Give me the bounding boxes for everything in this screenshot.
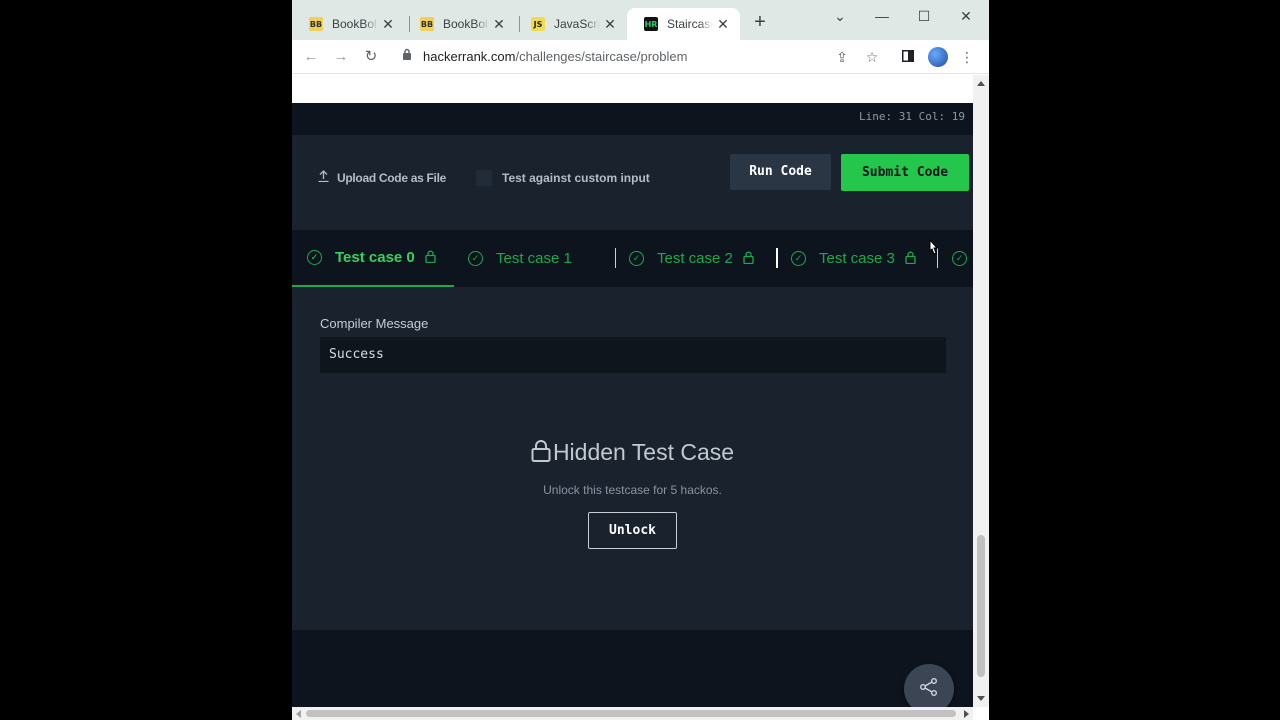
upload-icon (318, 170, 329, 185)
run-code-button[interactable]: Run Code (730, 154, 831, 190)
bookbolt-favicon-icon: BB (309, 17, 323, 31)
share-page-icon[interactable]: ⇪ (831, 46, 853, 68)
upload-code-label: Upload Code as File (337, 170, 446, 185)
browser-tab-bookbolt-2[interactable]: BB BookBolt ✕ (403, 8, 516, 40)
profile-avatar[interactable] (928, 47, 948, 67)
url-text: hackerrank.com/challenges/staircase/prob… (423, 44, 687, 70)
check-circle-icon: ✓ (791, 251, 806, 266)
horizontal-scrollbar[interactable] (292, 707, 973, 720)
custom-input-checkbox[interactable] (476, 170, 492, 186)
custom-input-toggle[interactable]: Test against custom input (476, 170, 650, 186)
browser-tab-staircase[interactable]: HR Staircase ✕ (627, 8, 740, 40)
maximize-icon[interactable]: ☐ (913, 6, 935, 26)
address-bar[interactable]: hackerrank.com/challenges/staircase/prob… (394, 44, 864, 70)
lock-icon (905, 251, 916, 267)
check-circle-icon: ✓ (468, 251, 483, 266)
check-circle-icon: ✓ (952, 251, 967, 266)
scroll-right-arrow-icon[interactable] (964, 710, 969, 718)
upload-code-button[interactable]: Upload Code as File (318, 170, 446, 185)
editor-area: Line: 31 Col: 19 Upload Code as File Tes… (292, 103, 973, 714)
unlock-description: Unlock this testcase for 5 hackos. (543, 483, 722, 497)
close-tab-icon[interactable]: ✕ (379, 15, 397, 33)
tab-title: JavaScript (554, 17, 600, 31)
tab-strip: BB BookBolt ✕ BB BookBolt ✕ JS JavaScrip… (292, 0, 989, 40)
compiler-message-output: Success (320, 337, 946, 373)
tab-test-case-1[interactable]: ✓ Test case 1 (468, 230, 572, 287)
test-case-label: Test case 2 (657, 250, 733, 267)
hackerrank-favicon-icon: HR (644, 17, 658, 31)
tab-test-case-3[interactable]: ✓ Test case 3 (791, 230, 916, 287)
browser-tab-javascript[interactable]: JS JavaScript ✕ (514, 8, 627, 40)
test-result-panel: Compiler Message Success Hidden Test Cas… (292, 287, 973, 630)
side-panel-icon[interactable] (897, 46, 919, 68)
javascript-favicon-icon: JS (531, 17, 545, 31)
tab-search-chevron-icon[interactable]: ⌄ (829, 6, 851, 26)
bookbolt-favicon-icon: BB (420, 17, 434, 31)
scroll-down-arrow-icon[interactable] (977, 696, 985, 701)
bookmark-star-icon[interactable]: ☆ (861, 46, 883, 68)
tab-divider (615, 248, 616, 268)
close-tab-icon[interactable]: ✕ (601, 15, 619, 33)
test-case-tabs: ✓ Test case 0 ✓ Test case 1 ✓ Test case … (292, 230, 973, 287)
forward-arrow-icon[interactable]: → (330, 46, 352, 68)
browser-toolbar: ← → ↻ hackerrank.com/challenges/staircas… (292, 40, 989, 74)
tab-title: Staircase (667, 17, 713, 31)
vertical-scrollbar[interactable] (973, 75, 989, 707)
custom-input-label: Test against custom input (502, 171, 650, 185)
tab-title: BookBolt (332, 17, 378, 31)
code-actions-panel: Upload Code as File Test against custom … (292, 135, 973, 230)
close-tab-icon[interactable]: ✕ (490, 15, 508, 33)
new-tab-icon[interactable]: + (750, 12, 770, 32)
browser-window: BB BookBolt ✕ BB BookBolt ✕ JS JavaScrip… (292, 0, 989, 720)
check-circle-icon: ✓ (629, 251, 644, 266)
compiler-message-label: Compiler Message (320, 316, 429, 331)
hidden-test-case-text: Hidden Test Case (552, 439, 735, 465)
close-tab-icon[interactable]: ✕ (714, 15, 732, 33)
lock-icon (743, 251, 754, 267)
editor-status-bar: Line: 31 Col: 19 (292, 103, 973, 135)
unlock-button[interactable]: Unlock (588, 512, 677, 549)
horizontal-scroll-thumb[interactable] (306, 710, 956, 717)
reload-icon[interactable]: ↻ (360, 46, 382, 68)
page-content: Line: 31 Col: 19 Upload Code as File Tes… (292, 75, 973, 714)
test-case-label: Test case 0 (335, 249, 415, 266)
scroll-left-arrow-icon[interactable] (296, 710, 301, 718)
test-case-label: Test case 3 (819, 250, 895, 267)
minimize-icon[interactable]: — (871, 6, 893, 26)
tab-title: BookBolt (443, 17, 489, 31)
tab-test-case-0[interactable]: ✓ Test case 0 (292, 230, 454, 287)
url-domain: hackerrank.com (423, 49, 516, 64)
lock-icon (531, 440, 551, 462)
url-path: /challenges/staircase/problem (515, 49, 688, 64)
test-case-label: Test case 1 (496, 250, 572, 267)
back-arrow-icon[interactable]: ← (300, 46, 322, 68)
scroll-up-arrow-icon[interactable] (977, 81, 985, 86)
lock-icon (402, 44, 412, 70)
menu-dots-icon[interactable]: ⋮ (956, 46, 978, 68)
browser-tab-bookbolt-1[interactable]: BB BookBolt ✕ (292, 8, 405, 40)
tab-test-case-2[interactable]: ✓ Test case 2 (629, 230, 754, 287)
lock-icon (425, 250, 436, 266)
check-circle-icon: ✓ (307, 250, 322, 265)
share-icon (919, 677, 939, 702)
mouse-cursor-icon (929, 239, 939, 255)
line-col-indicator: Line: 31 Col: 19 (859, 110, 965, 123)
vertical-scroll-thumb[interactable] (977, 535, 985, 677)
submit-code-button[interactable]: Submit Code (841, 154, 969, 191)
hidden-test-case-title: Hidden Test Case (292, 439, 973, 466)
tab-divider (776, 248, 778, 268)
close-window-icon[interactable]: ✕ (955, 6, 977, 26)
